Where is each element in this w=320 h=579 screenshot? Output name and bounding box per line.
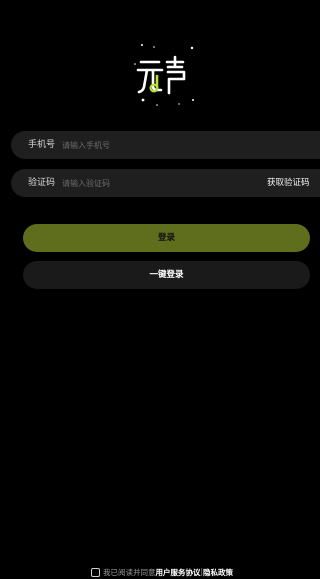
phone-label: 手机号 xyxy=(28,140,56,150)
login-button[interactable]: 登录 xyxy=(23,224,310,252)
privacy-policy-link[interactable]: 隐私政策 xyxy=(203,567,233,578)
one-key-login-button[interactable]: 一键登录 xyxy=(23,261,310,289)
phone-input[interactable] xyxy=(62,135,242,155)
code-label: 验证码 xyxy=(28,178,56,188)
logo-graphic xyxy=(134,44,194,106)
phone-field[interactable]: 手机号 xyxy=(11,131,320,159)
get-code-button[interactable]: 获取验证码 xyxy=(267,169,310,197)
agreement-checkbox[interactable] xyxy=(91,568,100,577)
code-input[interactable] xyxy=(62,173,242,193)
agreement-row: 我已阅读并同意 用户服务协议 | 隐私政策 xyxy=(91,567,233,579)
app-logo xyxy=(132,42,196,108)
agreement-prefix: 我已阅读并同意 xyxy=(103,568,156,577)
code-field[interactable]: 验证码 获取验证码 xyxy=(11,169,320,197)
user-agreement-link[interactable]: 用户服务协议 xyxy=(156,567,201,578)
